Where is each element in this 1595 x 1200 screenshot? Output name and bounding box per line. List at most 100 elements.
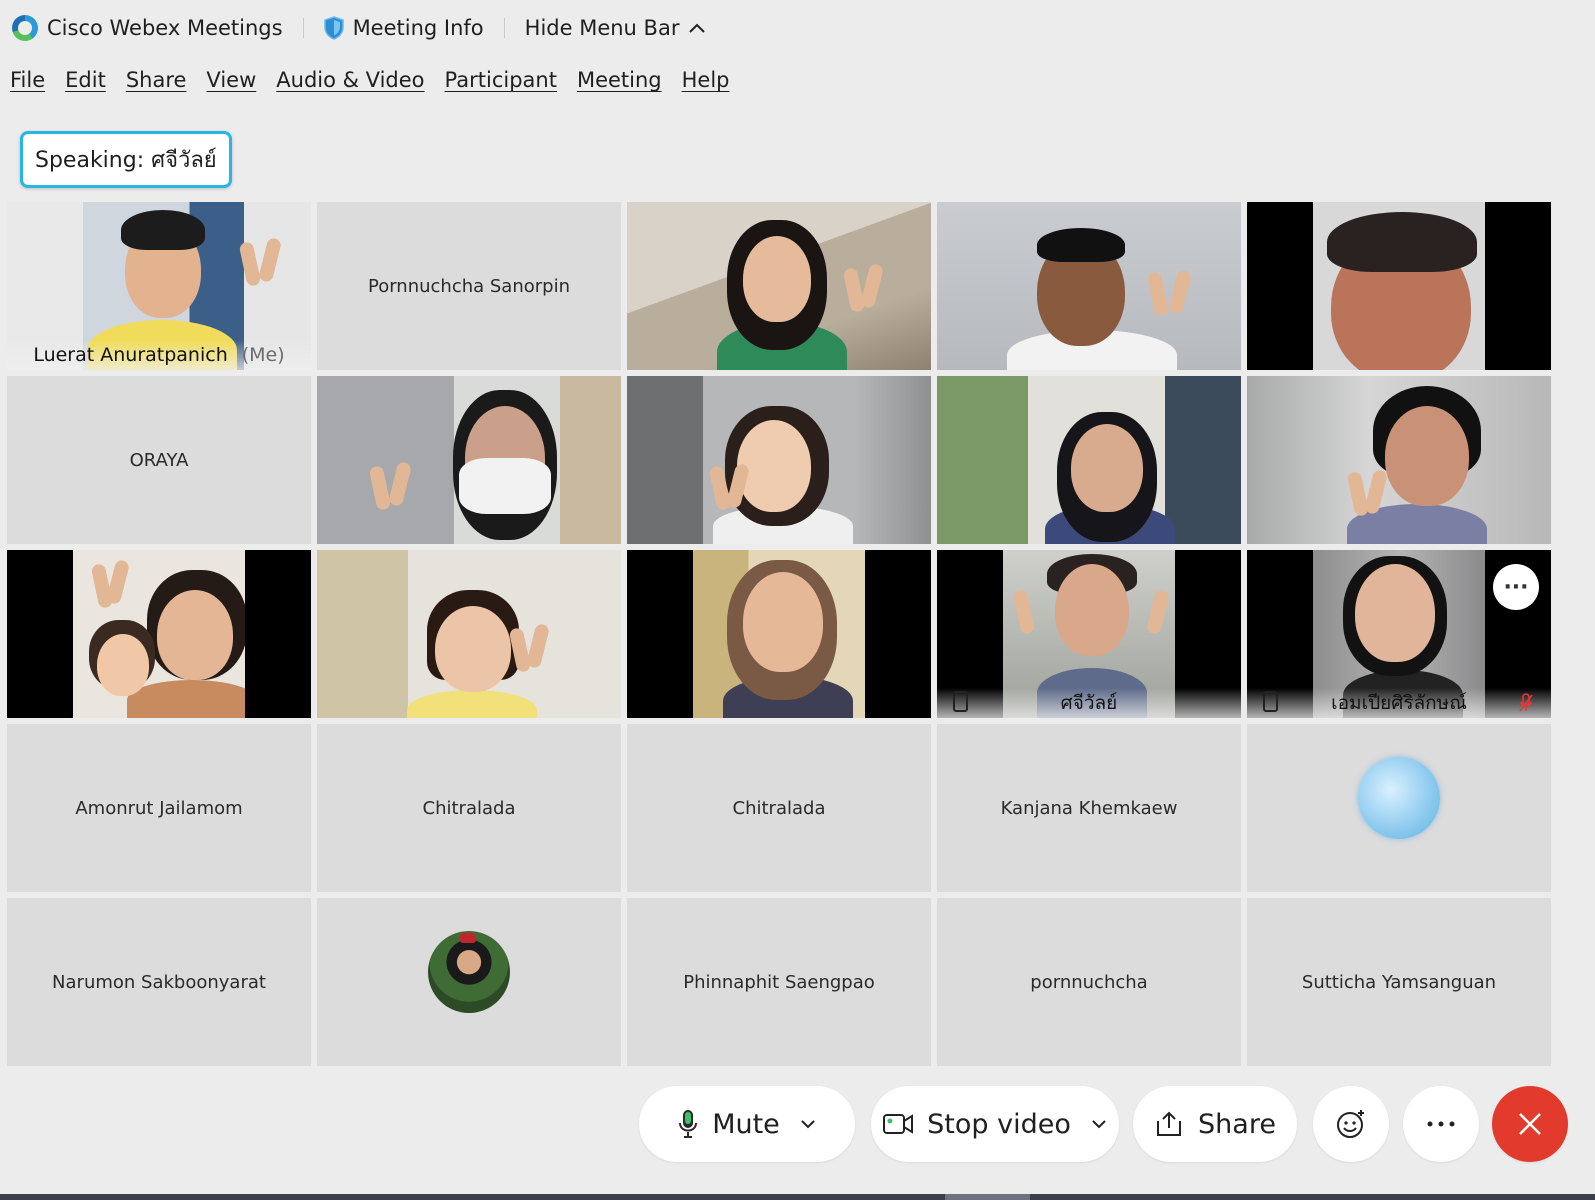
shield-icon [323,16,344,40]
video-feed [627,550,931,718]
participant-name: Phinnaphit Saengpao [683,971,875,993]
participant-name: Chitralada [422,797,516,819]
more-options-button[interactable]: ··· [1493,564,1539,610]
chevron-down-icon[interactable] [1091,1119,1107,1129]
menu-file[interactable]: File [0,68,55,92]
participant-tile[interactable] [317,898,621,1066]
video-grid: Luerat Anuratpanich (Me) Pornnuchcha San… [7,202,1552,1066]
participant-name: ORAYA [129,449,189,471]
video-feed [1247,202,1551,370]
meeting-controls: Mute Stop video Share [0,1086,1595,1162]
hide-menu-bar-label: Hide Menu Bar [524,16,680,40]
video-tile[interactable] [1247,202,1551,370]
video-feed [937,376,1241,544]
participant-label: เอมเปียศิริลักษณ์ [1247,688,1551,718]
participant-tile[interactable]: Amonrut Jailamom [7,724,311,892]
participant-name: Kanjana Khemkaew [1000,797,1178,819]
meeting-info-button[interactable]: Meeting Info [312,16,496,40]
avatar [428,931,510,1013]
participant-name: เอมเปียศิริลักษณ์ [1331,692,1467,714]
menu-bar: File Edit Share View Audio & Video Parti… [0,60,740,100]
divider [503,18,505,38]
more-horizontal-icon [1427,1121,1455,1127]
participant-tile[interactable]: Phinnaphit Saengpao [627,898,931,1066]
menu-participant[interactable]: Participant [435,68,567,92]
video-tile[interactable] [937,202,1241,370]
participant-name: ศจีวัลย์ [1060,692,1118,714]
video-tile[interactable] [1247,376,1551,544]
stop-video-label: Stop video [927,1108,1071,1140]
participant-tile[interactable]: pornnuchcha [937,898,1241,1066]
menu-meeting[interactable]: Meeting [567,68,672,92]
video-feed [627,202,931,370]
video-tile[interactable] [627,550,931,718]
video-tile[interactable] [317,550,621,718]
avatar [1358,757,1440,839]
participant-name: pornnuchcha [1030,971,1148,993]
share-label: Share [1198,1108,1276,1140]
webex-logo-icon [12,15,38,41]
video-tile-active-speaker[interactable]: ศจีวัลย์ [937,550,1241,718]
leave-meeting-button[interactable] [1492,1086,1568,1162]
participant-tile[interactable]: Chitralada [317,724,621,892]
chevron-down-icon[interactable] [800,1119,816,1129]
participant-label: ศจีวัลย์ [937,688,1241,718]
video-tile[interactable] [627,376,931,544]
menu-help[interactable]: Help [672,68,740,92]
microphone-icon [679,1110,698,1138]
participant-label: Luerat Anuratpanich (Me) [7,340,311,370]
more-options-button[interactable] [1403,1086,1479,1162]
video-feed [317,376,621,544]
menu-edit[interactable]: Edit [55,68,116,92]
video-tile[interactable]: ··· เอมเปียศิริลักษณ์ [1247,550,1551,718]
video-tile[interactable] [627,202,931,370]
menu-view[interactable]: View [196,68,266,92]
speaking-indicator: Speaking: ศจีวัลย์ [20,131,232,188]
video-feed [7,550,311,718]
participant-tile[interactable] [1247,724,1551,892]
participant-tile[interactable]: Pornnuchcha Sanorpin [317,202,621,370]
me-tag: (Me) [241,344,285,366]
app-title: Cisco Webex Meetings [0,15,295,41]
participant-name: Amonrut Jailamom [75,797,243,819]
share-icon [1157,1111,1182,1136]
participant-name: Luerat Anuratpanich [33,344,228,366]
video-camera-icon [883,1114,914,1134]
participant-name: Narumon Sakboonyarat [52,971,266,993]
phone-icon [953,691,968,712]
video-feed [937,202,1241,370]
phone-icon [1263,691,1278,712]
mic-muted-icon [1519,693,1533,712]
taskbar-edge [0,1194,1595,1200]
video-tile[interactable] [7,550,311,718]
video-tile[interactable] [317,376,621,544]
menu-audio-video[interactable]: Audio & Video [266,68,434,92]
share-button[interactable]: Share [1133,1086,1297,1162]
chevron-up-icon [689,23,706,33]
app-name: Cisco Webex Meetings [47,16,283,40]
emoji-icon [1337,1110,1364,1138]
participant-tile[interactable]: Sutticha Yamsanguan [1247,898,1551,1066]
participant-tile[interactable]: Chitralada [627,724,931,892]
video-feed [627,376,931,544]
title-bar: Cisco Webex Meetings Meeting Info Hide M… [0,0,1595,56]
video-feed [1247,376,1551,544]
hide-menu-bar-button[interactable]: Hide Menu Bar [513,16,719,40]
participant-tile[interactable]: Narumon Sakboonyarat [7,898,311,1066]
participant-name: Chitralada [732,797,826,819]
meeting-info-label: Meeting Info [352,16,484,40]
participant-tile[interactable]: ORAYA [7,376,311,544]
divider [302,18,304,38]
video-feed [317,550,621,718]
video-tile-self[interactable]: Luerat Anuratpanich (Me) [7,202,311,370]
participant-tile[interactable]: Kanjana Khemkaew [937,724,1241,892]
mute-button[interactable]: Mute [639,1086,855,1162]
participant-name: Pornnuchcha Sanorpin [367,275,570,297]
participant-name: Sutticha Yamsanguan [1301,971,1497,993]
video-tile[interactable] [937,376,1241,544]
menu-share[interactable]: Share [116,68,197,92]
mute-label: Mute [712,1108,780,1140]
reactions-button[interactable] [1313,1086,1389,1162]
close-icon [1519,1113,1541,1135]
stop-video-button[interactable]: Stop video [871,1086,1119,1162]
